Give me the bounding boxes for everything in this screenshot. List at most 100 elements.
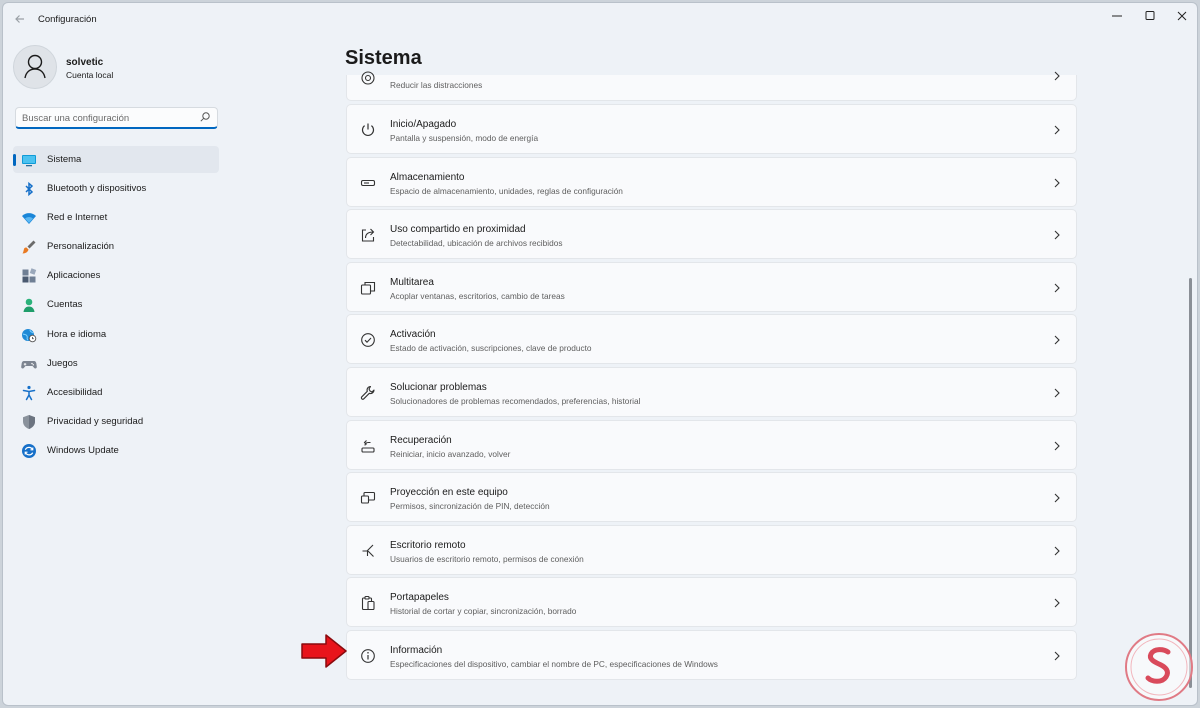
chevron-right-icon <box>1054 441 1060 450</box>
search-box[interactable] <box>15 107 218 129</box>
maximize-button[interactable] <box>1138 7 1162 25</box>
settings-item-subtitle: Espacio de almacenamiento, unidades, reg… <box>390 185 623 196</box>
sidebar-item-label: Personalización <box>47 241 115 253</box>
apps-icon <box>22 268 37 283</box>
sidebar-item-label: Hora e idioma <box>47 328 107 340</box>
sidebar-item-windows-update[interactable]: Windows Update <box>13 437 219 464</box>
chevron-right-icon <box>1054 178 1060 187</box>
search-icon <box>200 112 210 122</box>
sidebar-item-label: Red e Internet <box>47 212 108 224</box>
sidebar-item-sistema[interactable]: Sistema <box>13 146 219 173</box>
sidebar-item-label: Privacidad y seguridad <box>47 415 144 427</box>
close-button[interactable] <box>1170 7 1194 25</box>
sidebar-item-label: Sistema <box>47 154 82 165</box>
annotation-arrow-icon <box>301 634 347 668</box>
settings-item-informacion[interactable]: Información Especificaciones del disposi… <box>346 629 1077 680</box>
settings-item-title: Almacenamiento <box>390 171 465 183</box>
minimize-button[interactable] <box>1105 7 1129 25</box>
sidebar-item-hora[interactable]: Hora e idioma <box>13 321 219 348</box>
settings-item-subtitle: Solucionadores de problemas recomendados… <box>390 395 641 406</box>
arrow-left-icon <box>15 15 24 23</box>
wrench-icon <box>360 385 375 400</box>
settings-item-title: Escritorio remoto <box>390 539 466 551</box>
chevron-right-icon <box>1054 546 1060 556</box>
sidebar-item-privacidad[interactable]: Privacidad y seguridad <box>13 408 219 435</box>
storage-icon <box>360 179 376 186</box>
chevron-right-icon <box>1054 493 1060 503</box>
settings-item-title: Recuperación <box>390 434 452 446</box>
sidebar-item-label: Aplicaciones <box>47 270 101 282</box>
settings-item-portapapeles[interactable]: Portapapeles Historial de cortar y copia… <box>346 577 1077 628</box>
chevron-right-icon <box>1054 651 1060 661</box>
settings-list: Reducir las distracciones Inicio/Apagado… <box>346 71 1077 683</box>
person-icon <box>24 54 46 79</box>
settings-item-subtitle: Historial de cortar y copiar, sincroniza… <box>390 606 577 617</box>
chevron-right-icon <box>1054 388 1060 398</box>
check-circle-icon <box>361 333 375 348</box>
sidebar-item-cuentas[interactable]: Cuentas <box>13 291 219 318</box>
minimize-icon <box>1112 15 1122 17</box>
settings-item-title: Portapapeles <box>390 592 449 604</box>
sidebar-item-accesibilidad[interactable]: Accesibilidad <box>13 379 219 406</box>
person-icon <box>23 299 35 313</box>
settings-item-multitarea[interactable]: Multitarea Acoplar ventanas, escritorios… <box>346 261 1077 312</box>
sidebar-item-juegos[interactable]: Juegos <box>13 350 219 377</box>
chevron-right-icon <box>1054 335 1060 345</box>
monitor-icon <box>22 155 36 167</box>
sidebar-item-red[interactable]: Red e Internet <box>13 204 219 231</box>
chevron-right-icon <box>1054 598 1060 608</box>
search-input[interactable] <box>22 111 192 125</box>
settings-item-subtitle: Especificaciones del dispositivo, cambia… <box>390 658 718 669</box>
settings-item-recuperacion[interactable]: Recuperación Reiniciar, inicio avanzado,… <box>346 419 1077 470</box>
settings-item-focus[interactable]: Reducir las distracciones <box>346 71 1077 101</box>
settings-item-uso-compartido[interactable]: Uso compartido en proximidad Detectabili… <box>346 209 1077 260</box>
bluetooth-icon <box>25 181 34 197</box>
sidebar-item-label: Cuentas <box>47 299 83 311</box>
maximize-icon <box>1145 11 1155 20</box>
profile-account-type: Cuenta local <box>66 70 114 80</box>
settings-item-subtitle: Detectabilidad, ubicación de archivos re… <box>390 238 563 249</box>
settings-item-escritorio-remoto[interactable]: Escritorio remoto Usuarios de escritorio… <box>346 524 1077 575</box>
clipboard-icon <box>361 596 375 611</box>
settings-item-title: Multitarea <box>390 276 434 288</box>
settings-item-title: Inicio/Apagado <box>390 119 457 130</box>
back-button[interactable] <box>11 10 29 28</box>
settings-item-subtitle: Pantalla y suspensión, modo de energía <box>390 133 539 143</box>
power-icon <box>361 123 375 137</box>
gamepad-icon <box>21 360 37 369</box>
share-icon <box>361 228 375 242</box>
chevron-right-icon <box>1054 71 1060 81</box>
sidebar-item-label: Juegos <box>47 357 78 369</box>
projection-icon <box>360 492 376 504</box>
settings-item-title: Solucionar problemas <box>390 381 487 393</box>
profile-name: solvetic <box>66 57 104 68</box>
chevron-right-icon <box>1054 283 1060 293</box>
focus-icon <box>361 71 375 85</box>
accessibility-icon <box>22 385 36 400</box>
settings-item-title: Activación <box>390 329 436 341</box>
sidebar-item-aplicaciones[interactable]: Aplicaciones <box>13 262 219 289</box>
settings-item-proyeccion[interactable]: Proyección en este equipo Permisos, sinc… <box>346 472 1077 523</box>
sidebar-item-bluetooth[interactable]: Bluetooth y dispositivos <box>13 175 219 202</box>
settings-item-activacion[interactable]: Activación Estado de activación, suscrip… <box>346 314 1077 365</box>
settings-item-title: Uso compartido en proximidad <box>390 224 526 236</box>
settings-item-subtitle: Reiniciar, inicio avanzado, volver <box>390 448 511 459</box>
settings-item-subtitle: Permisos, sincronización de PIN, detecci… <box>390 501 550 512</box>
chevron-right-icon <box>1054 230 1060 240</box>
settings-item-solucionar-problemas[interactable]: Solucionar problemas Solucionadores de p… <box>346 366 1077 417</box>
settings-item-subtitle: Estado de activación, suscripciones, cla… <box>390 343 592 354</box>
settings-item-subtitle: Usuarios de escritorio remoto, permisos … <box>390 553 584 564</box>
chevron-right-icon <box>1054 125 1060 135</box>
recovery-icon <box>361 439 375 453</box>
settings-item-inicio-apagado[interactable]: Inicio/Apagado Pantalla y suspensión, mo… <box>346 104 1077 154</box>
brush-icon <box>22 240 36 254</box>
sidebar-item-label: Accesibilidad <box>47 386 103 398</box>
remote-desktop-icon <box>362 544 374 557</box>
watermark-logo-icon <box>1125 633 1193 701</box>
settings-item-title: Información <box>390 644 443 656</box>
settings-item-almacenamiento[interactable]: Almacenamiento Espacio de almacenamiento… <box>346 156 1077 207</box>
sidebar-item-personalizacion[interactable]: Personalización <box>13 233 219 260</box>
scrollbar-thumb[interactable] <box>1189 278 1192 688</box>
settings-item-subtitle: Acoplar ventanas, escritorios, cambio de… <box>390 290 565 301</box>
sidebar-item-label: Bluetooth y dispositivos <box>47 183 147 195</box>
